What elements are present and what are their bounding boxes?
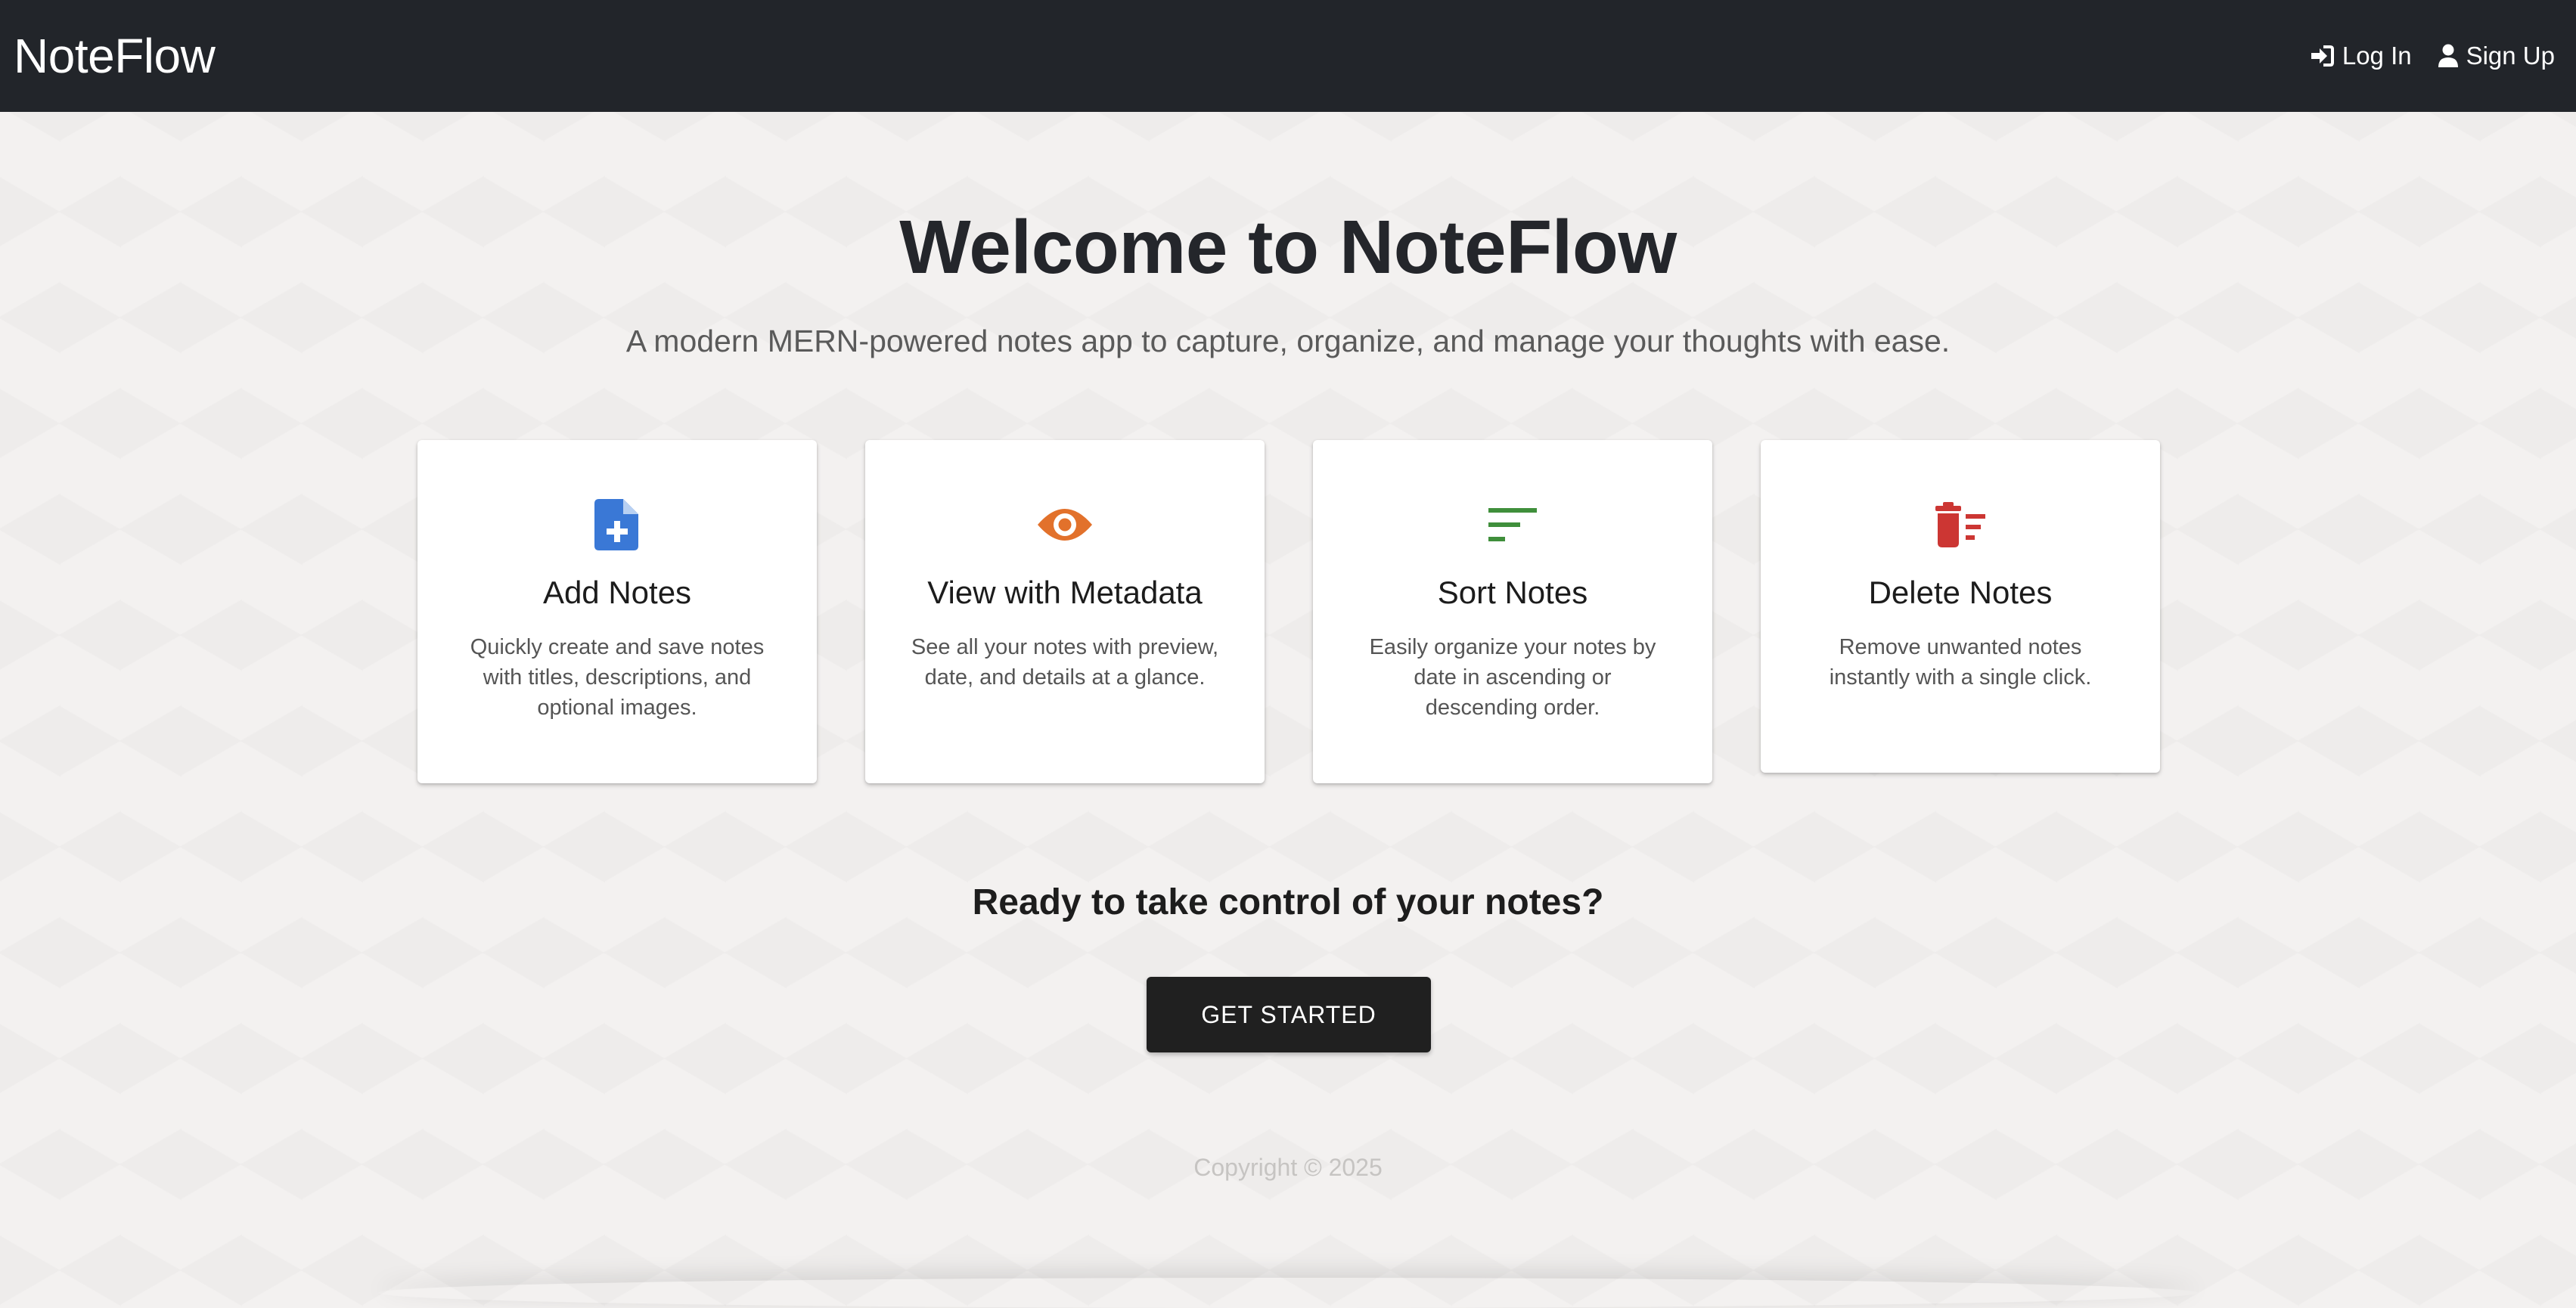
eye-icon	[1035, 494, 1095, 555]
signup-button[interactable]: Sign Up	[2438, 42, 2555, 70]
feature-card-view-metadata: View with Metadata See all your notes wi…	[865, 440, 1265, 783]
feature-card-delete-notes: Delete Notes Remove unwanted notes insta…	[1761, 440, 2160, 773]
footer-divider	[378, 1278, 2198, 1308]
feature-cards: Add Notes Quickly create and save notes …	[417, 440, 2160, 783]
brand-logo[interactable]: NoteFlow	[14, 28, 216, 84]
nav-actions: Log In Sign Up	[2309, 42, 2555, 70]
page-title: Welcome to NoteFlow	[899, 205, 1677, 290]
feature-title: Sort Notes	[1437, 575, 1588, 610]
feature-title: View with Metadata	[927, 575, 1203, 610]
feature-description: Remove unwanted notes instantly with a s…	[1829, 635, 2092, 690]
feature-description: Quickly create and save notes with title…	[470, 635, 765, 720]
signup-label: Sign Up	[2466, 42, 2555, 70]
login-arrow-icon	[2309, 45, 2335, 67]
feature-card-sort-notes: Sort Notes Easily organize your notes by…	[1313, 440, 1712, 783]
cta-heading: Ready to take control of your notes?	[972, 882, 1604, 922]
page-subtitle: A modern MERN-powered notes app to captu…	[625, 324, 1951, 358]
feature-title: Add Notes	[542, 575, 692, 610]
sort-icon	[1482, 494, 1543, 555]
login-label: Log In	[2342, 42, 2412, 70]
copyright-text: Copyright © 2025	[1193, 1154, 1383, 1181]
user-icon	[2438, 44, 2459, 68]
feature-description: Easily organize your notes by date in as…	[1369, 635, 1656, 720]
login-button[interactable]: Log In	[2309, 42, 2412, 70]
get-started-button[interactable]: GET STARTED	[1147, 977, 1431, 1052]
navbar: NoteFlow Log In Sign Up	[0, 0, 2576, 112]
feature-description: See all your notes with preview, date, a…	[911, 635, 1219, 690]
feature-card-add-notes: Add Notes Quickly create and save notes …	[417, 440, 817, 783]
file-plus-icon	[587, 494, 647, 555]
delete-sweep-icon	[1930, 494, 1991, 555]
feature-title: Delete Notes	[1868, 575, 2053, 610]
